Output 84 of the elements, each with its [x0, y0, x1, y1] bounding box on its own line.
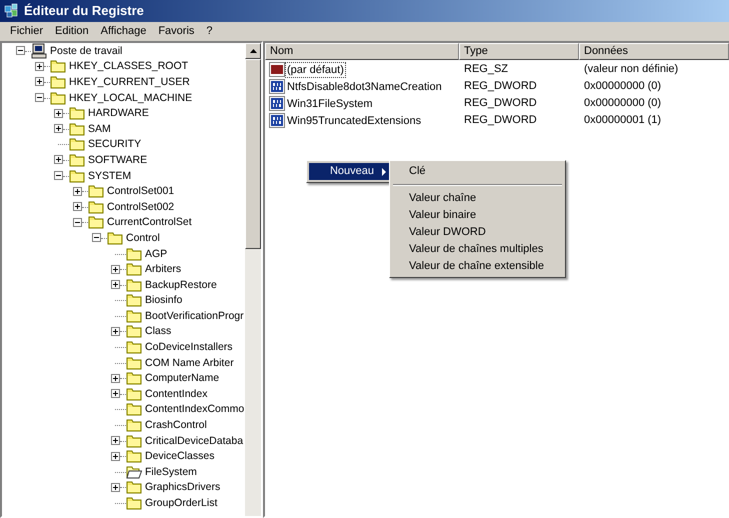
expand-icon[interactable]	[35, 62, 44, 71]
tree-item[interactable]: SECURITY	[87, 137, 142, 152]
tree-item[interactable]: CrashControl	[144, 418, 208, 432]
tree-item[interactable]: SOFTWARE	[87, 152, 148, 167]
menu-item[interactable]: Valeur binaire	[392, 207, 563, 224]
collapse-icon[interactable]	[54, 171, 63, 180]
tree-item[interactable]: Biosinfo	[144, 293, 184, 308]
tree-item[interactable]: Poste de travail	[49, 44, 124, 58]
expand-icon[interactable]	[54, 108, 63, 118]
collapse-icon[interactable]	[35, 93, 44, 102]
tree-item[interactable]: AGP	[144, 246, 168, 261]
table-cell-text: REG_SZ	[463, 62, 510, 78]
tree-item[interactable]: SYSTEM	[87, 168, 132, 183]
expand-icon[interactable]	[111, 436, 120, 446]
collapse-icon[interactable]	[16, 46, 25, 56]
registry-icon	[4, 3, 20, 19]
expand-icon[interactable]	[111, 389, 120, 398]
value-name[interactable]: Win95TruncatedExtensions	[285, 112, 424, 128]
menu-item[interactable]: Favoris	[152, 22, 200, 40]
table-cell-text: REG_DWORD	[463, 113, 538, 128]
submenu-arrow-icon	[382, 168, 386, 176]
window-title: Éditeur du Registre	[24, 2, 144, 20]
table-cell-text: 0x00000001 (1)	[583, 113, 662, 128]
tree-item[interactable]: BootVerificationProgr	[144, 308, 245, 323]
table-cell-text: REG_DWORD	[463, 96, 538, 112]
expand-icon[interactable]	[111, 452, 120, 461]
expand-icon[interactable]	[111, 326, 120, 336]
tree-item[interactable]: GraphicsDrivers	[144, 480, 222, 494]
column-header[interactable]: Données	[579, 43, 729, 60]
menu-item[interactable]: Nouveau	[309, 163, 389, 180]
table-cell-text: 0x00000000 (0)	[583, 96, 662, 112]
tree-item[interactable]: HKEY_CLASSES_ROOT	[68, 59, 190, 74]
menu-item[interactable]: Valeur de chaîne extensible	[392, 258, 563, 275]
expand-icon[interactable]	[73, 202, 82, 212]
menu-item[interactable]: Fichier	[4, 22, 50, 40]
expand-icon[interactable]	[35, 77, 44, 86]
table-cell-text: REG_DWORD	[463, 79, 538, 94]
tree-item[interactable]: ContentIndex	[144, 386, 208, 401]
scroll-up-button[interactable]	[245, 43, 261, 59]
tree-item[interactable]: ComputerName	[144, 371, 220, 386]
menu-item[interactable]: Valeur DWORD	[392, 224, 563, 241]
menu-item[interactable]: Clé	[392, 163, 563, 180]
tree-item[interactable]: ControlSet002	[106, 200, 176, 214]
tree-item[interactable]: DeviceClasses	[144, 449, 216, 464]
collapse-icon[interactable]	[92, 233, 101, 242]
tree-item[interactable]: GroupOrderList	[144, 496, 218, 510]
collapse-icon[interactable]	[73, 218, 82, 227]
column-header[interactable]: Type	[459, 43, 579, 60]
menu-item[interactable]: ?	[200, 22, 219, 40]
expand-icon[interactable]	[54, 124, 63, 134]
tree-item[interactable]: Control	[125, 230, 161, 245]
tree-item[interactable]: CurrentControlSet	[106, 215, 193, 230]
tree-item[interactable]: Arbiters	[144, 262, 182, 276]
scroll-thumb[interactable]	[245, 59, 261, 249]
tree-item[interactable]: CriticalDeviceDataba	[144, 434, 244, 448]
value-name[interactable]: (par défaut)	[285, 62, 346, 78]
table-cell-text: 0x00000000 (0)	[583, 79, 662, 94]
tree-item[interactable]: CoDeviceInstallers	[144, 340, 234, 354]
expand-icon[interactable]	[111, 374, 120, 383]
scrollbar[interactable]	[245, 43, 261, 516]
menu-item[interactable]: Valeur de chaînes multiples	[392, 241, 563, 258]
value-name[interactable]: Win31FileSystem	[285, 96, 375, 112]
tree-item[interactable]: HKEY_LOCAL_MACHINE	[68, 90, 194, 105]
menu-item[interactable]: Affichage	[94, 22, 152, 40]
expand-icon[interactable]	[111, 264, 120, 274]
expand-icon[interactable]	[54, 155, 63, 164]
column-header[interactable]: Nom	[265, 43, 459, 60]
tree-item[interactable]: COM Name Arbiter	[144, 356, 235, 370]
tree-item[interactable]: SAM	[87, 122, 112, 136]
tree-item[interactable]: ControlSet001	[106, 184, 176, 198]
tree-item[interactable]: HKEY_CURRENT_USER	[68, 74, 191, 89]
tree-item[interactable]: BackupRestore	[144, 278, 218, 292]
expand-icon[interactable]	[73, 186, 82, 196]
expand-icon[interactable]	[111, 280, 120, 290]
menu-item[interactable]: Valeur chaîne	[392, 190, 563, 207]
expand-icon[interactable]	[111, 482, 120, 492]
table-cell-text: (valeur non définie)	[583, 62, 678, 78]
menu-item[interactable]: Edition	[49, 22, 95, 40]
tree-item[interactable]: Class	[144, 324, 172, 338]
tree-item[interactable]: FileSystem	[144, 464, 198, 479]
tree-item[interactable]: ContentIndexCommo	[144, 402, 245, 416]
tree-item[interactable]: HARDWARE	[87, 106, 150, 120]
value-name[interactable]: NtfsDisable8dot3NameCreation	[285, 78, 444, 94]
up-arrow-icon	[250, 49, 256, 53]
